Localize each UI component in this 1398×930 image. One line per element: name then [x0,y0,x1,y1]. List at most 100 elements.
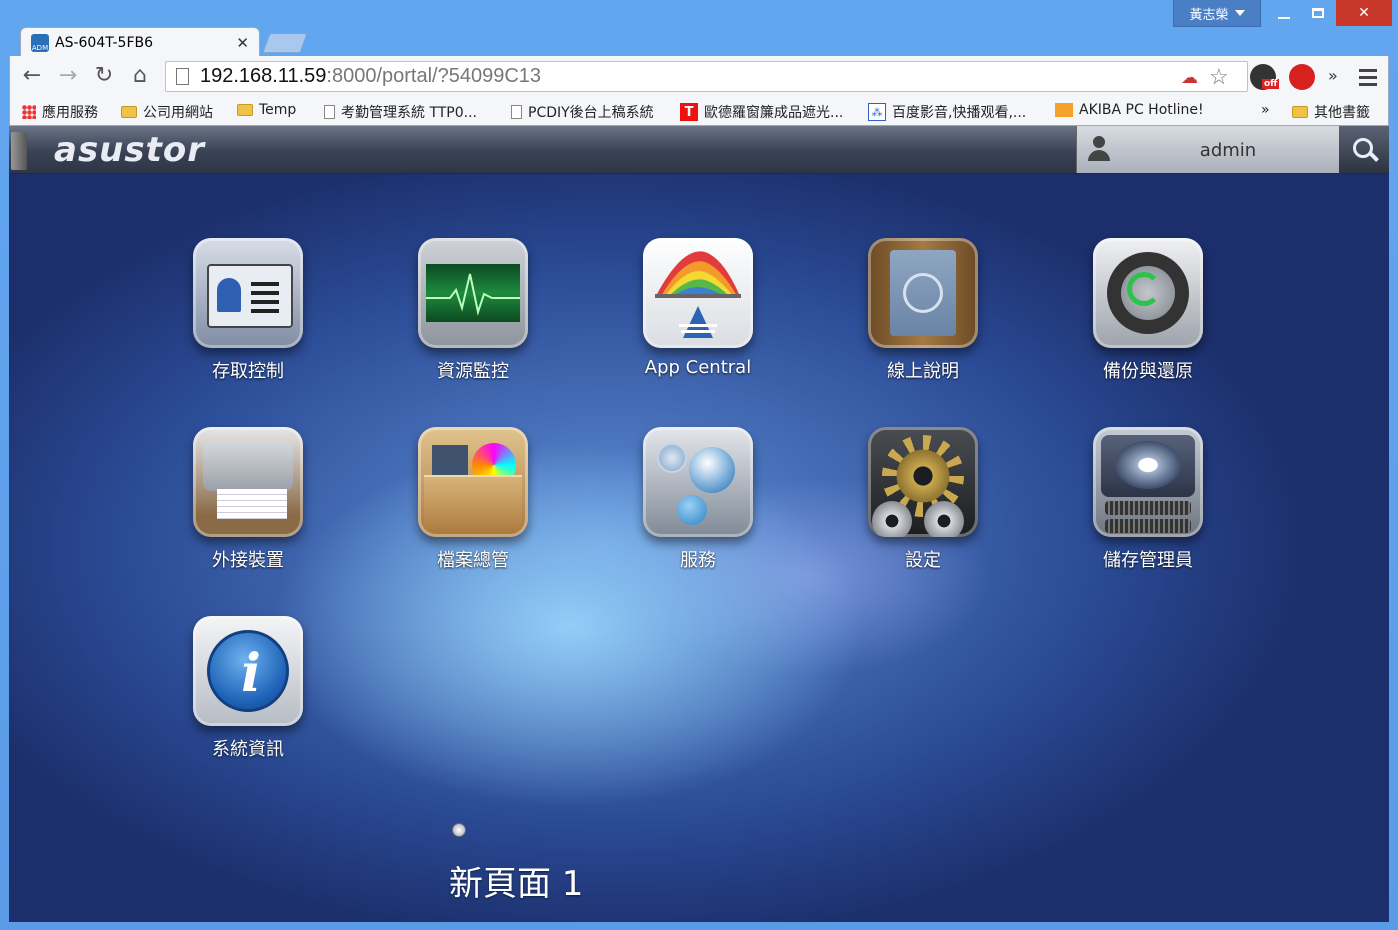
app-online-help[interactable]: 線上說明 [828,238,1018,383]
browser-window: 黃志榮 ✕ ADM AS-604T-5FB6 ✕ ← → ↻ ⌂ 192.168… [0,0,1398,930]
bookmark-star-icon[interactable]: ☆ [1209,64,1229,90]
reload-icon[interactable]: ↻ [90,63,118,88]
online-help-icon [868,238,978,348]
browser-user-chip[interactable]: 黃志榮 [1173,0,1261,27]
bookmark-label: PCDIY後台上稿系統 [528,105,654,121]
app-label: 系統資訊 [212,739,284,760]
app-resource-monitor[interactable]: 資源監控 [378,238,568,383]
page-icon [176,68,189,85]
system-information-icon: i [193,616,303,726]
cloud-icon[interactable]: ☁ [1181,68,1198,88]
page-indicator-dot[interactable] [452,823,466,837]
sidebar-handle[interactable] [11,132,27,170]
app-services[interactable]: 服務 [603,427,793,572]
app-central-icon [643,238,753,348]
settings-icon [868,427,978,537]
bookmark-apps[interactable]: 應用服務 [22,102,98,122]
extension-off-badge: off [1262,79,1280,89]
bookmark-label: 應用服務 [42,105,98,121]
app-label: 設定 [905,550,941,571]
browser-tab[interactable]: ADM AS-604T-5FB6 ✕ [20,27,260,57]
browser-user-name: 黃志榮 [1189,7,1229,23]
external-devices-icon [193,427,303,537]
folder-icon [1292,106,1308,118]
apps-grid-icon [22,105,36,119]
maximize-icon [1312,8,1324,18]
app-label: 備份與還原 [1103,361,1193,382]
browser-menu-icon[interactable] [1359,69,1377,90]
bookmark-temp[interactable]: Temp [237,102,296,118]
browser-toolbar: ← → ↻ ⌂ 192.168.11.59:8000/portal/?54099… [9,56,1389,98]
page-icon [324,105,335,119]
app-label: 儲存管理員 [1103,550,1193,571]
page-icon [511,105,522,119]
asustor-logo: asustor [54,130,206,170]
baidu-icon: ⁂ [868,103,886,121]
bookmark-company-sites[interactable]: 公司用網站 [121,102,213,122]
bookmark-label: Temp [259,102,297,118]
close-window-button[interactable]: ✕ [1336,0,1392,26]
app-label: 服務 [680,550,716,571]
app-app-central[interactable]: App Central [603,238,793,378]
bookmark-curtains[interactable]: T 歐德羅窗簾成品遮光... [680,102,843,122]
bookmark-pcdiy[interactable]: PCDIY後台上稿系統 [511,102,654,122]
app-external-devices[interactable]: 外接裝置 [153,427,343,572]
adm-favicon-icon: ADM [31,33,49,52]
app-label: 存取控制 [212,361,284,382]
access-control-icon [193,238,303,348]
adm-portal: asustor admin 存取控制 資源監控 App Central 線上說明… [9,126,1389,922]
app-label: 線上說明 [887,361,959,382]
app-file-explorer[interactable]: 檔案總管 [378,427,568,572]
app-label: 檔案總管 [437,550,509,571]
folder-icon [237,104,253,116]
home-icon[interactable]: ⌂ [126,63,154,88]
portal-header: asustor admin [9,126,1389,174]
bookmarks-overflow-button[interactable]: » [1261,102,1270,118]
app-storage-manager[interactable]: 儲存管理員 [1053,427,1243,572]
close-icon: ✕ [1358,5,1370,21]
new-tab-button[interactable] [262,33,308,53]
user-menu[interactable]: admin [1076,126,1339,173]
page-name[interactable]: 新頁面 1 [449,856,583,905]
maximize-button[interactable] [1302,0,1334,26]
bookmark-label: AKIBA PC Hotline! [1079,102,1204,118]
app-backup-restore[interactable]: 備份與還原 [1053,238,1243,383]
more-extensions-button[interactable]: » [1328,66,1338,85]
bookmark-baidu[interactable]: ⁂ 百度影音,快播观看,... [868,102,1026,122]
bookmark-label: 公司用網站 [143,105,213,121]
app-access-control[interactable]: 存取控制 [153,238,343,383]
tab-close-icon[interactable]: ✕ [236,34,249,52]
tab-title: AS-604T-5FB6 [55,34,154,51]
app-label: 資源監控 [437,361,509,382]
back-arrow-icon[interactable]: ← [18,63,46,88]
minimize-icon [1278,17,1290,19]
search-button[interactable] [1339,126,1389,173]
bookmark-label: 其他書籤 [1314,105,1370,121]
forward-arrow-icon[interactable]: → [54,63,82,88]
bookmark-label: 百度影音,快播观看,... [892,105,1027,121]
overflow-label: » [1261,102,1270,118]
app-settings[interactable]: 設定 [828,427,1018,572]
storage-manager-icon [1093,427,1203,537]
chevron-down-icon [1234,10,1245,16]
url-path: :8000/portal/?54099C13 [326,65,542,87]
bookmark-akiba[interactable]: AKIBA PC Hotline! [1055,102,1204,118]
bookmarks-bar: 應用服務 公司用網站 Temp 考勤管理系統 TTP0... PCDIY後台上稿… [9,98,1389,126]
app-system-information[interactable]: i 系統資訊 [153,616,343,761]
address-bar[interactable]: 192.168.11.59:8000/portal/?54099C13 ☁ ☆ [165,61,1248,92]
services-icon [643,427,753,537]
trend-micro-extension-icon[interactable] [1289,64,1315,90]
app-label: 外接裝置 [212,550,284,571]
bookmark-other[interactable]: 其他書籤 [1292,102,1370,122]
bookmark-attendance[interactable]: 考勤管理系統 TTP0... [324,102,477,122]
user-name: admin [1199,140,1257,161]
file-explorer-icon [418,427,528,537]
resource-monitor-icon [418,238,528,348]
t-icon: T [680,103,698,121]
backup-restore-icon [1093,238,1203,348]
search-icon-handle [1369,152,1379,162]
folder-icon [121,106,137,118]
bookmark-label: 考勤管理系統 TTP0... [341,105,478,121]
minimize-button[interactable] [1268,0,1300,26]
url-host: 192.168.11.59 [200,65,327,87]
